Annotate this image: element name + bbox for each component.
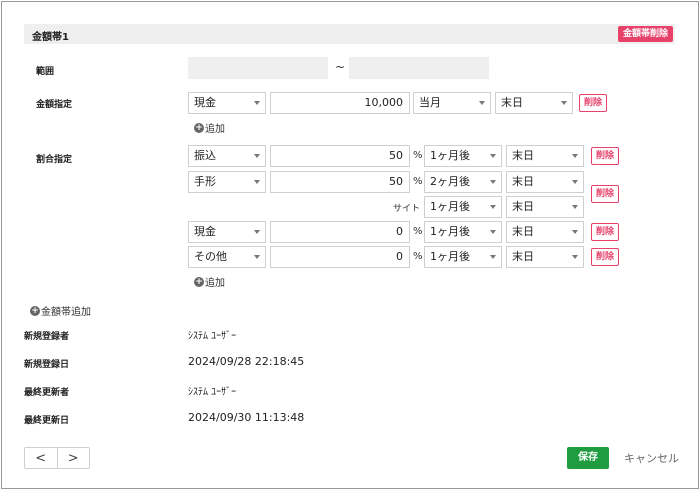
cancel-button[interactable]: キャンセル	[624, 450, 679, 466]
chevron-down-icon	[254, 255, 260, 259]
created-at-label: 新規登録日	[24, 360, 70, 370]
chevron-down-icon	[254, 180, 260, 184]
created-at-value: 2024/09/28 22:18:45	[188, 355, 305, 368]
updated-at-value: 2024/09/30 11:13:48	[188, 411, 305, 424]
percent-unit: %	[413, 150, 423, 161]
chevron-down-icon	[490, 154, 496, 158]
site-month-select[interactable]: 1ヶ月後	[424, 196, 502, 218]
ratio-add-button[interactable]: + 追加	[194, 274, 225, 289]
ratio-percent-input[interactable]: 50	[270, 171, 410, 193]
ratio-day-select[interactable]: 末日	[506, 221, 584, 243]
plus-circle-icon: +	[194, 276, 204, 287]
plus-circle-icon: +	[194, 122, 204, 133]
percent-unit: %	[413, 176, 423, 187]
ratio-method-select[interactable]: 現金	[188, 221, 266, 243]
percent-unit: %	[413, 251, 423, 262]
ratio-row-delete-button[interactable]: 削除	[591, 185, 620, 203]
ratio-month-select[interactable]: 1ヶ月後	[424, 145, 502, 167]
chevron-down-icon	[254, 101, 260, 105]
chevron-down-icon	[572, 205, 578, 209]
ratio-percent-input[interactable]: 50	[270, 145, 410, 167]
amount-band-title: 金額帯1	[32, 32, 69, 43]
amount-spec-label: 金額指定	[36, 100, 73, 110]
amount-band-header: 金額帯1 金額帯削除	[24, 24, 675, 44]
ratio-row-delete-button[interactable]: 削除	[591, 147, 620, 165]
prev-button[interactable]: <	[25, 448, 57, 468]
site-day-select[interactable]: 末日	[506, 196, 584, 218]
chevron-down-icon	[490, 230, 496, 234]
amount-add-button[interactable]: + 追加	[194, 120, 225, 135]
next-button[interactable]: >	[56, 448, 90, 468]
ratio-percent-input[interactable]: 0	[270, 221, 410, 243]
amount-month-select[interactable]: 当月	[413, 92, 491, 114]
ratio-day-select[interactable]: 末日	[506, 145, 584, 167]
chevron-down-icon	[490, 205, 496, 209]
updated-at-label: 最終更新日	[24, 416, 70, 426]
plus-circle-icon: +	[30, 305, 40, 316]
ratio-method-select[interactable]: 振込	[188, 145, 266, 167]
chevron-down-icon	[572, 230, 578, 234]
created-by-label: 新規登録者	[24, 332, 70, 342]
chevron-down-icon	[572, 255, 578, 259]
percent-unit: %	[413, 226, 423, 237]
ratio-month-select[interactable]: 2ヶ月後	[424, 171, 502, 193]
range-separator: ~	[335, 60, 346, 74]
ratio-row-delete-button[interactable]: 削除	[591, 248, 620, 266]
chevron-down-icon	[572, 180, 578, 184]
ratio-method-select[interactable]: その他	[188, 246, 266, 268]
amount-input[interactable]: 10,000	[270, 92, 410, 114]
save-button[interactable]: 保存	[567, 447, 609, 469]
ratio-spec-label: 割合指定	[36, 155, 73, 165]
updated-by-label: 最終更新者	[24, 388, 70, 398]
ratio-method-select[interactable]: 手形	[188, 171, 266, 193]
chevron-down-icon	[561, 101, 567, 105]
created-by-value: ｼｽﾃﾑ ﾕｰｻﾞｰ	[188, 331, 237, 342]
ratio-row-delete-button[interactable]: 削除	[591, 223, 620, 241]
chevron-down-icon	[572, 154, 578, 158]
chevron-down-icon	[479, 101, 485, 105]
chevron-down-icon	[490, 180, 496, 184]
amount-method-select[interactable]: 現金	[188, 92, 266, 114]
ratio-percent-input[interactable]: 0	[270, 246, 410, 268]
amount-day-select[interactable]: 末日	[495, 92, 573, 114]
ratio-day-select[interactable]: 末日	[506, 171, 584, 193]
ratio-month-select[interactable]: 1ヶ月後	[424, 221, 502, 243]
chevron-down-icon	[254, 154, 260, 158]
chevron-down-icon	[254, 230, 260, 234]
chevron-down-icon	[490, 255, 496, 259]
ratio-day-select[interactable]: 末日	[506, 246, 584, 268]
range-from-input[interactable]	[188, 57, 328, 79]
range-label: 範囲	[36, 67, 55, 77]
amount-row-delete-button[interactable]: 削除	[579, 94, 608, 112]
site-label: サイト	[393, 204, 421, 214]
add-band-button[interactable]: + 金額帯追加	[30, 303, 91, 318]
range-to-input[interactable]	[349, 57, 489, 79]
ratio-month-select[interactable]: 1ヶ月後	[424, 246, 502, 268]
pager: < >	[24, 447, 90, 469]
delete-band-button[interactable]: 金額帯削除	[617, 26, 673, 42]
updated-by-value: ｼｽﾃﾑ ﾕｰｻﾞｰ	[188, 387, 237, 398]
